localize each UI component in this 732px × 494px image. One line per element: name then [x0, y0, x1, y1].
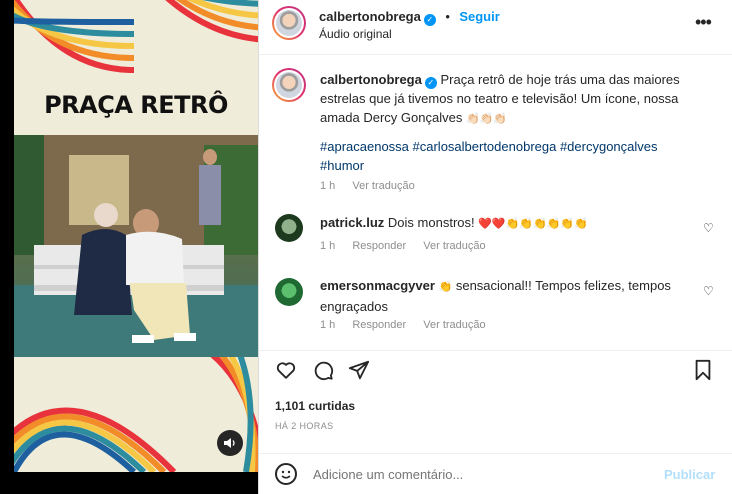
tv-scene-illustration: [14, 135, 258, 357]
post-header: calbertonobrega ✓ • Seguir Áudio original…: [259, 0, 732, 55]
publish-button[interactable]: Publicar: [664, 467, 715, 482]
comment-emoji: 👏: [438, 281, 453, 293]
clap-emojis: 👏🏻👏🏻👏🏻: [465, 113, 508, 125]
share-icon[interactable]: [347, 358, 371, 382]
post-details: calbertonobrega ✓ • Seguir Áudio original…: [258, 0, 732, 494]
backdrop: [0, 0, 14, 494]
verified-badge-icon: ✓: [423, 13, 436, 26]
media-bottom-bar: [14, 472, 258, 494]
comment-username[interactable]: emersonmacgyver: [320, 278, 435, 293]
hashtags-line-1[interactable]: #apracaenossa #carlosalbertodenobrega #d…: [320, 137, 716, 156]
header-separator: •: [445, 9, 450, 24]
commenter-avatar[interactable]: [275, 214, 303, 242]
audio-label[interactable]: Áudio original: [319, 27, 392, 41]
comment-translate-link[interactable]: Ver tradução: [423, 240, 485, 252]
comment-like-heart-icon[interactable]: ♡: [703, 221, 714, 235]
bookmark-icon[interactable]: [691, 358, 715, 382]
emoji-icon[interactable]: [275, 463, 297, 485]
hashtags-line-2[interactable]: #humor: [320, 156, 716, 175]
hashtags-block: #apracaenossa #carlosalbertodenobrega #d…: [320, 137, 716, 175]
comment-like-heart-icon[interactable]: ♡: [703, 284, 714, 298]
rainbow-arc-top: [14, 0, 258, 73]
comment-emojis: ❤️❤️👏👏👏👏👏👏: [478, 218, 588, 230]
media-top-band: [14, 0, 258, 75]
comment-username[interactable]: patrick.luz: [320, 215, 384, 230]
author-username[interactable]: calbertonobrega: [319, 9, 421, 24]
comment-reply-link[interactable]: Responder: [352, 240, 406, 252]
post-media[interactable]: PRAÇA RETRÔ: [14, 0, 258, 494]
media-title-band: PRAÇA RETRÔ: [14, 75, 258, 135]
caption-username[interactable]: calbertonobrega: [320, 72, 422, 87]
comment-text-block: patrick.luz Dois monstros! ❤️❤️👏👏👏👏👏👏: [320, 213, 700, 234]
caption-avatar[interactable]: [272, 68, 306, 102]
author-avatar[interactable]: [272, 6, 306, 40]
header-title-row: calbertonobrega ✓ • Seguir: [319, 8, 500, 26]
media-title: PRAÇA RETRÔ: [44, 91, 228, 119]
rainbow-arc-bottom: [14, 349, 258, 475]
commenter-avatar[interactable]: [275, 278, 303, 306]
post-actions: [259, 352, 732, 388]
rainbow-stripe-blue: [14, 17, 135, 25]
caption-translate-link[interactable]: Ver tradução: [352, 180, 414, 192]
verified-badge-icon: ✓: [424, 76, 437, 89]
comment-time[interactable]: 1 h: [320, 319, 335, 331]
comment-meta: 1 h Responder Ver tradução: [320, 319, 500, 331]
follow-button[interactable]: Seguir: [459, 9, 499, 24]
section-divider: [259, 350, 732, 351]
comment-meta: 1 h Responder Ver tradução: [320, 240, 500, 252]
comment-icon[interactable]: [311, 358, 335, 382]
media-bottom-band: [14, 349, 258, 475]
comment-time[interactable]: 1 h: [320, 240, 335, 252]
comment-translate-link[interactable]: Ver tradução: [423, 319, 485, 331]
more-options-icon[interactable]: •••: [695, 12, 712, 33]
comment-reply-link[interactable]: Responder: [352, 319, 406, 331]
post-time-ago[interactable]: HÁ 2 HORAS: [275, 421, 334, 431]
comment-composer: Publicar: [259, 453, 732, 494]
caption-meta: 1 h Ver tradução: [320, 180, 429, 192]
heart-icon[interactable]: [274, 358, 298, 382]
caption-text-block: calbertonobrega ✓ Praça retrô de hoje trá…: [320, 70, 716, 129]
speaker-icon[interactable]: [217, 430, 243, 456]
comment-text: Dois monstros!: [387, 215, 479, 230]
likes-count[interactable]: 1,101 curtidas: [275, 399, 355, 413]
instagram-post-modal: PRAÇA RETRÔ calbertonobrega ✓ • Seguir Á…: [0, 0, 732, 494]
comment-text-block: emersonmacgyver 👏 sensacional!! Tempos f…: [320, 276, 695, 316]
comment-input[interactable]: [313, 467, 613, 482]
video-frame: [14, 135, 258, 357]
caption-time[interactable]: 1 h: [320, 180, 335, 192]
